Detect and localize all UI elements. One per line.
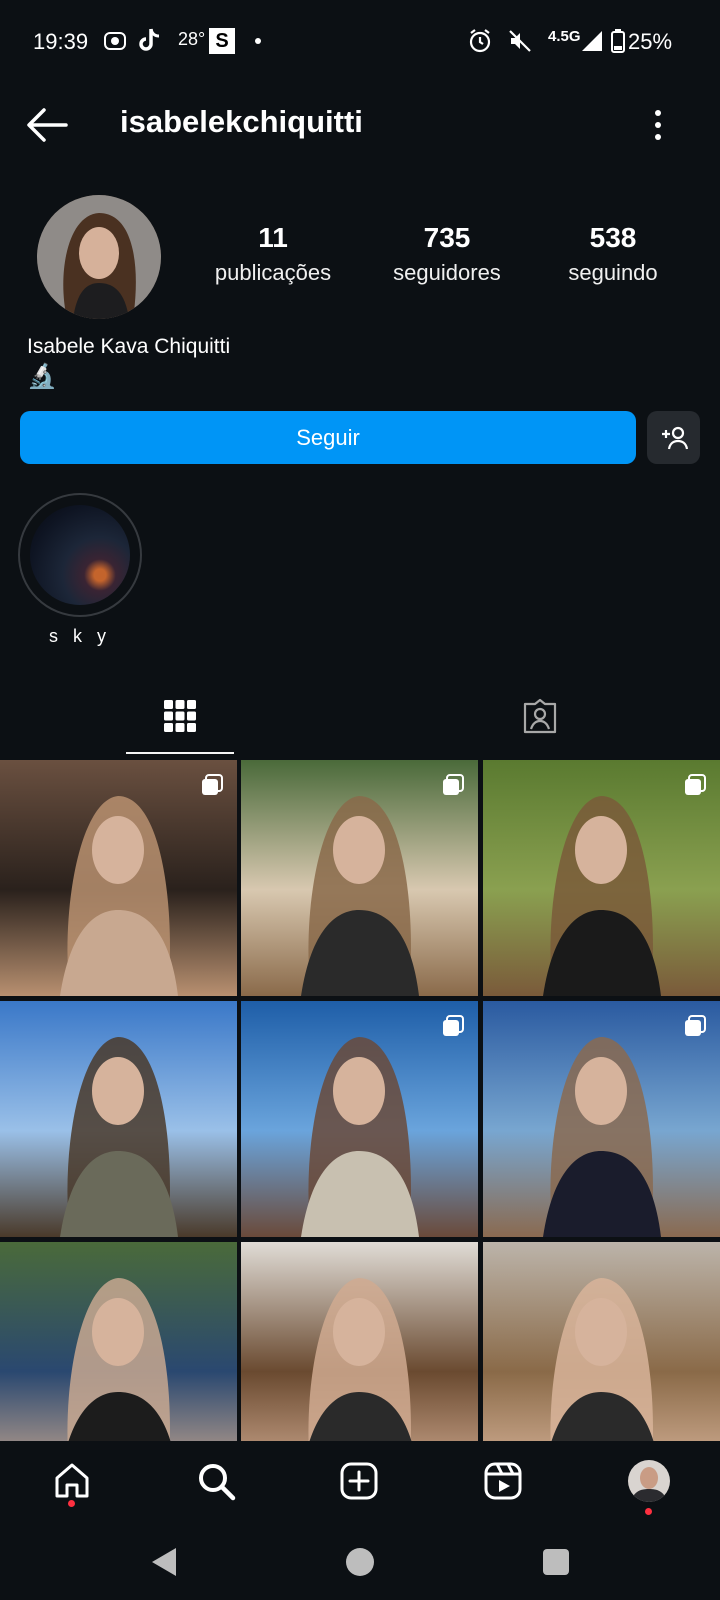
profile-notification-dot — [645, 1508, 652, 1515]
highlight-label: s k y — [48, 626, 111, 646]
tagged-icon — [523, 698, 557, 734]
status-time: 19:39 — [33, 29, 89, 54]
carousel-icon — [685, 1015, 706, 1036]
home-notification-dot — [68, 1500, 75, 1507]
posts-count: 11 — [258, 222, 288, 253]
profile-full-name: Isabele Kava Chiquitti — [27, 335, 231, 358]
avatar-photo — [37, 195, 161, 319]
post-thumbnail[interactable] — [241, 1001, 478, 1237]
active-tab-indicator — [126, 752, 234, 754]
network-type: 4.5G — [548, 28, 581, 45]
add-user-button[interactable] — [647, 411, 700, 464]
post-thumbnail[interactable] — [483, 760, 720, 996]
alarm-icon — [469, 29, 491, 53]
record-icon — [104, 32, 126, 50]
nav-home[interactable] — [47, 1456, 97, 1506]
battery-icon — [611, 29, 625, 53]
dot-icon — [255, 38, 261, 44]
s-app-icon: S — [209, 28, 235, 54]
highlight-cover — [30, 505, 130, 605]
system-recents-icon[interactable] — [542, 1548, 570, 1576]
profile-avatar — [628, 1460, 670, 1502]
followers-stat[interactable]: 735 seguidores — [372, 222, 522, 286]
carousel-icon — [443, 1015, 464, 1036]
search-icon — [199, 1464, 236, 1501]
followers-label: seguidores — [393, 260, 501, 285]
nav-search[interactable] — [191, 1456, 241, 1506]
post-thumbnail[interactable] — [0, 760, 237, 996]
follow-button[interactable]: Seguir — [20, 411, 636, 464]
back-arrow-icon[interactable] — [26, 106, 68, 144]
tab-tagged[interactable] — [486, 690, 594, 754]
post-thumbnail[interactable] — [241, 760, 478, 996]
kebab-menu-icon[interactable] — [650, 108, 666, 142]
battery-percent: 25% — [628, 29, 673, 54]
temperature: 28° — [178, 29, 206, 49]
profile-avatar[interactable] — [37, 195, 161, 319]
followers-count: 735 — [423, 222, 471, 253]
bio-microscope-emoji: 🔬 — [27, 363, 57, 390]
posts-stat[interactable]: 11 publicações — [198, 222, 348, 286]
grid-icon — [164, 700, 196, 732]
post-thumbnail[interactable] — [0, 1001, 237, 1237]
post-photo — [60, 1037, 178, 1237]
nav-create[interactable] — [334, 1456, 384, 1506]
home-icon — [55, 1463, 89, 1498]
following-stat[interactable]: 538 seguindo — [538, 222, 688, 286]
tab-posts-grid[interactable] — [126, 690, 234, 754]
post-thumbnail[interactable] — [483, 1001, 720, 1237]
signal-icon — [582, 31, 602, 51]
tiktok-icon — [139, 28, 160, 51]
carousel-icon — [202, 774, 223, 795]
status-bar: 19:39 28° S 4.5G 25% — [0, 0, 720, 84]
profile-username: isabelekchiquitti — [120, 104, 363, 139]
system-back-icon[interactable] — [150, 1546, 180, 1578]
following-label: seguindo — [568, 260, 658, 285]
create-icon — [340, 1462, 378, 1500]
nav-reels[interactable] — [478, 1456, 528, 1506]
add-person-icon — [661, 426, 688, 449]
carousel-icon — [685, 774, 706, 795]
following-count: 538 — [589, 222, 637, 253]
mute-icon — [509, 30, 531, 52]
reels-icon — [484, 1462, 522, 1500]
carousel-icon — [443, 774, 464, 795]
nav-profile[interactable] — [624, 1456, 674, 1506]
posts-label: publicações — [214, 260, 332, 285]
system-home-icon[interactable] — [344, 1546, 376, 1578]
